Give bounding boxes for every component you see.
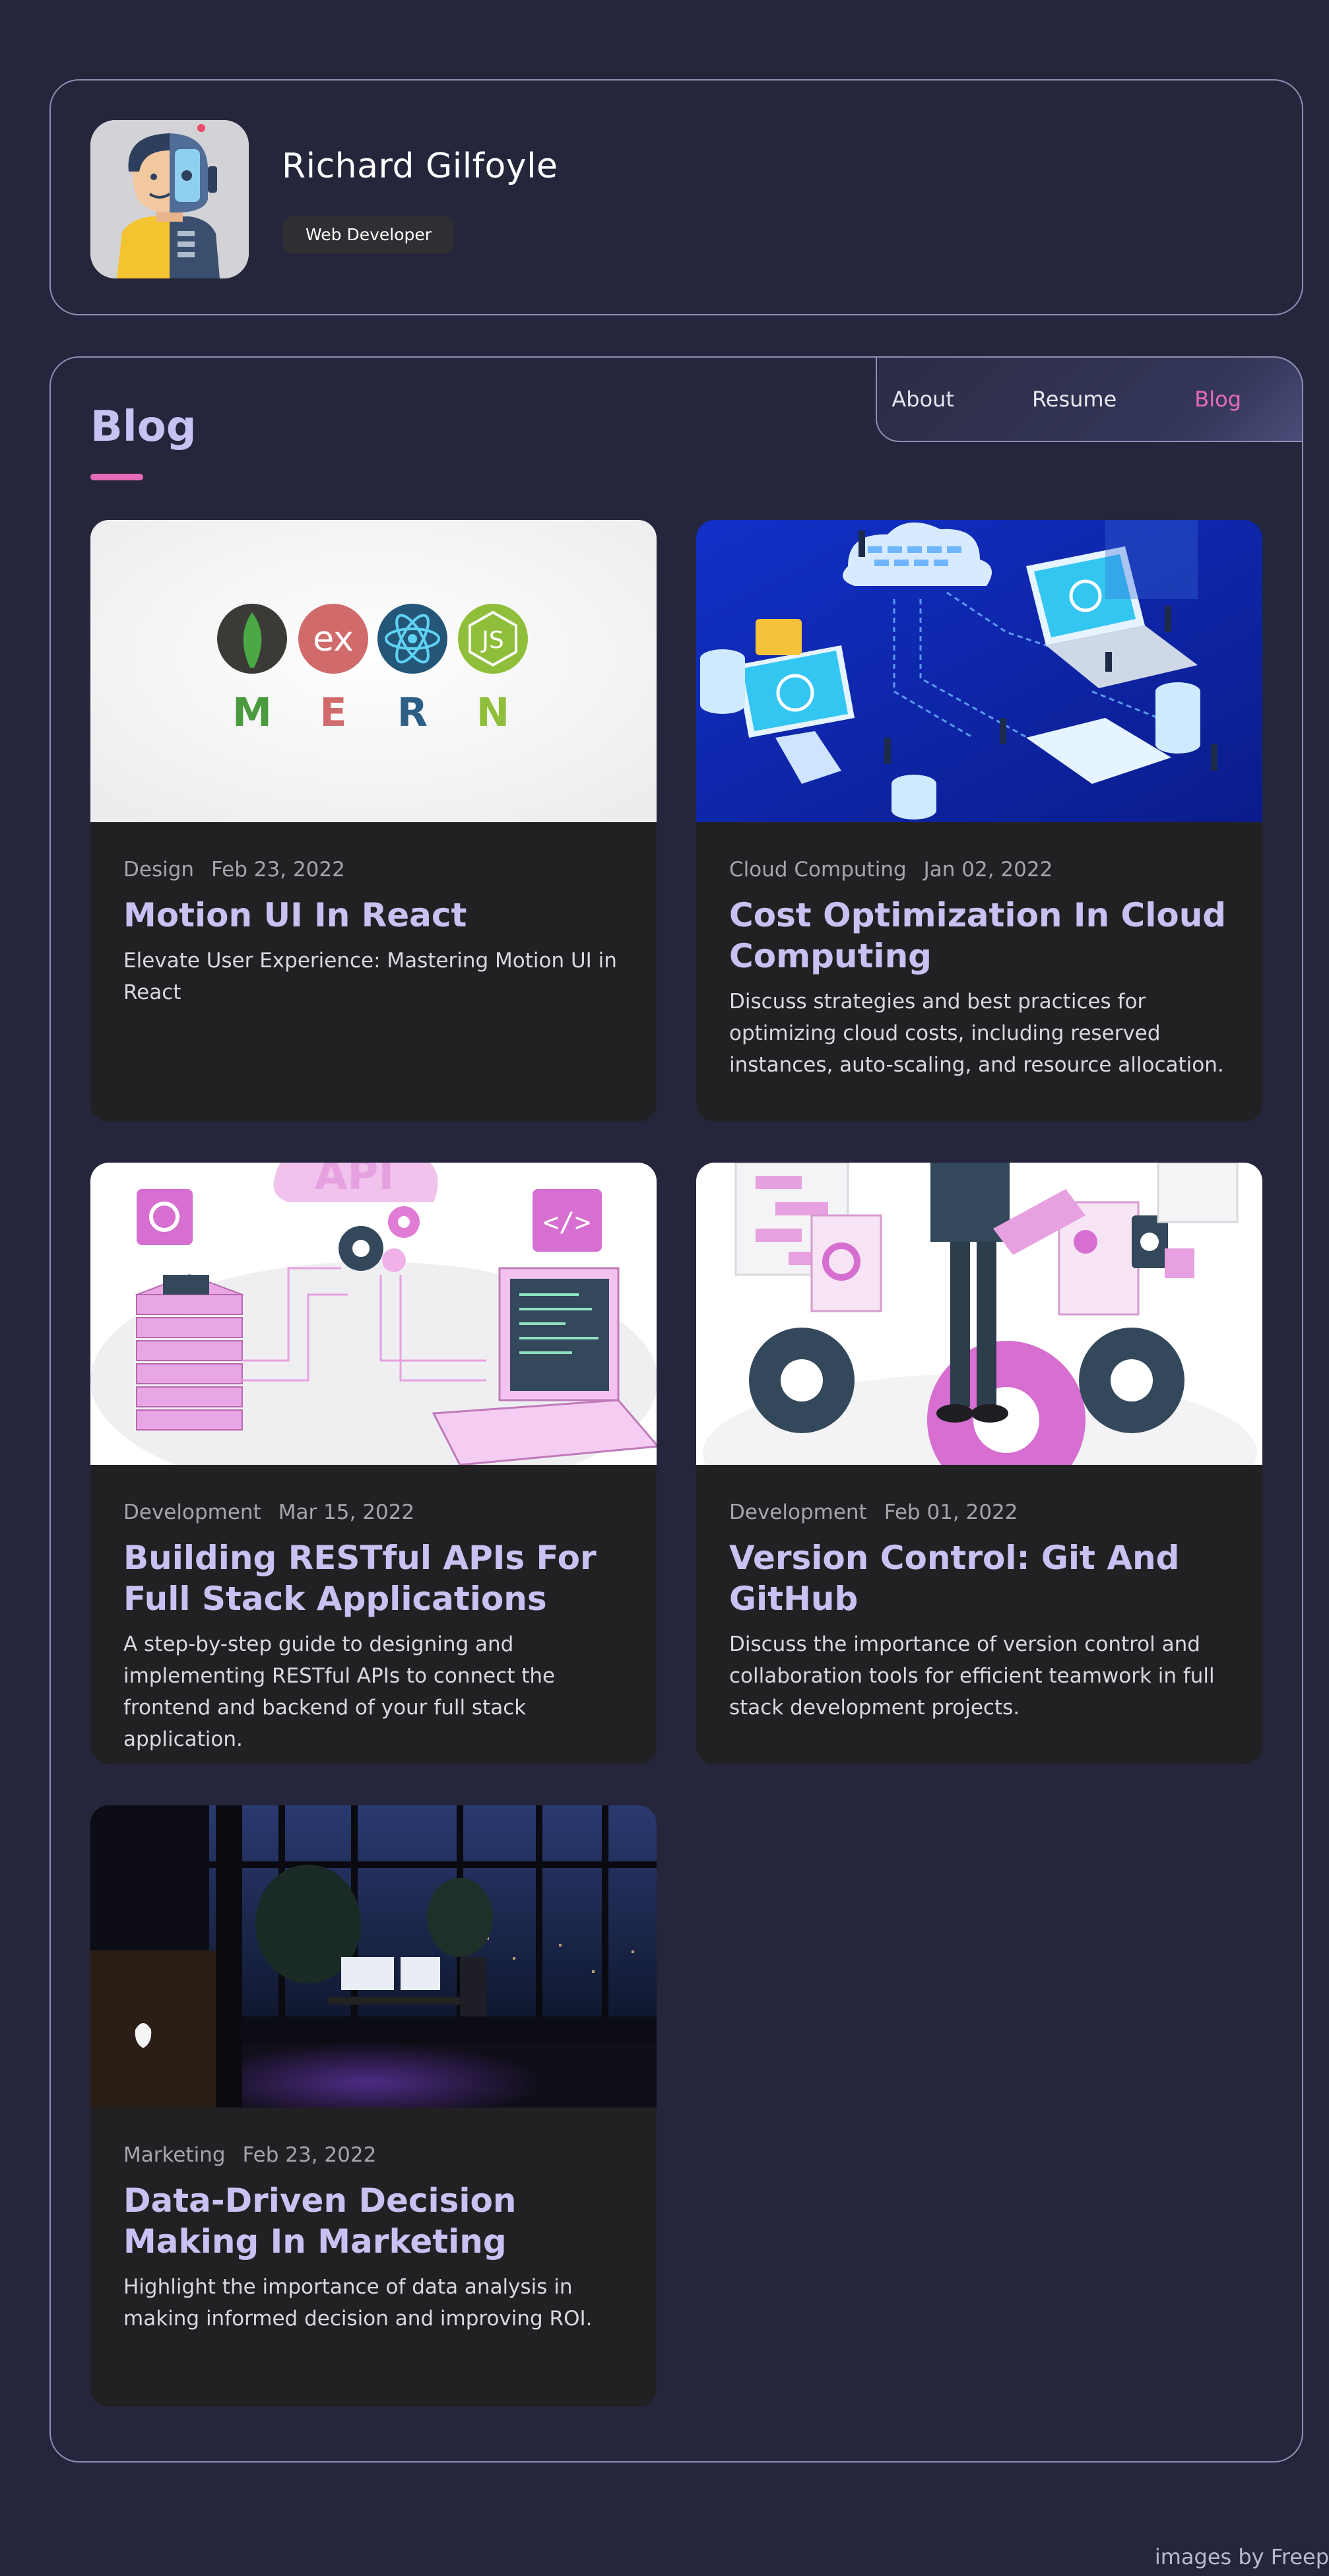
post-meta: Marketing Feb 23, 2022 [123, 2143, 376, 2167]
blog-card-motion-ui[interactable]: ex JS M E R N Design Feb 23, 2022 Motion… [90, 520, 657, 1122]
nav-item-about[interactable]: About [891, 387, 954, 412]
post-meta: Cloud Computing Jan 02, 2022 [729, 858, 1053, 882]
post-title[interactable]: Building RESTful APIs For Full Stack App… [123, 1537, 632, 1619]
blog-card-version-control[interactable]: Development Feb 01, 2022 Version Control:… [696, 1163, 1262, 1764]
post-date: Feb 23, 2022 [211, 858, 345, 882]
post-date: Jan 02, 2022 [923, 858, 1053, 882]
post-title[interactable]: Motion UI In React [123, 895, 632, 936]
post-description: Elevate User Experience: Mastering Motio… [123, 949, 617, 1004]
post-category: Development [123, 1500, 261, 1524]
post-title[interactable]: Version Control: Git And GitHub [729, 1537, 1237, 1619]
profile-card: Richard Gilfoyle Web Developer [49, 79, 1303, 315]
profile-name: Richard Gilfoyle [282, 146, 558, 186]
post-date: Feb 01, 2022 [884, 1500, 1018, 1524]
post-category: Design [123, 858, 195, 882]
nav-item-blog[interactable]: Blog [1194, 387, 1241, 412]
mern-letter-m: M [232, 690, 272, 736]
blog-card-data-driven-marketing[interactable]: Marketing Feb 23, 2022 Data-Driven Decisi… [90, 1805, 657, 2407]
profile-role-badge: Web Developer [283, 216, 455, 253]
post-meta: Development Feb 01, 2022 [729, 1500, 1018, 1524]
post-category: Development [729, 1500, 867, 1524]
post-category: Marketing [123, 2143, 226, 2167]
title-underline [90, 474, 143, 480]
express-logo-text: ex [313, 620, 354, 659]
post-image-version-control [696, 1163, 1262, 1465]
post-description: Highlight the importance of data analysi… [123, 2275, 593, 2331]
mern-letter-n: N [476, 690, 509, 736]
mern-letter-e: E [320, 690, 347, 736]
post-meta: Design Feb 23, 2022 [123, 858, 345, 882]
blog-panel: About Resume Blog Blog ex JS M E R N Des… [49, 356, 1303, 2463]
portfolio-page: Richard Gilfoyle Web Developer About Res… [0, 0, 1329, 2576]
post-title[interactable]: Cost Optimization In Cloud Computing [729, 895, 1237, 977]
navbar: About Resume Blog [876, 356, 1303, 442]
image-credit: images by Freep [1154, 2544, 1329, 2569]
post-date: Mar 15, 2022 [278, 1500, 415, 1524]
blog-card-cloud-cost[interactable]: Cloud Computing Jan 02, 2022 Cost Optimiz… [696, 520, 1262, 1122]
post-image-cloud [696, 520, 1262, 822]
mern-letter-r: R [397, 690, 428, 736]
avatar [90, 120, 249, 278]
post-category: Cloud Computing [729, 858, 907, 882]
post-image-night-office [90, 1805, 657, 2108]
section-title: Blog [90, 402, 197, 451]
post-meta: Development Mar 15, 2022 [123, 1500, 414, 1524]
api-sign-text: API [315, 1163, 394, 1200]
post-image-api: API </> [90, 1163, 657, 1465]
post-image-mern: ex JS M E R N [90, 520, 657, 822]
post-description: Discuss strategies and best practices fo… [729, 990, 1224, 1077]
post-date: Feb 23, 2022 [242, 2143, 377, 2167]
blog-card-restful-apis[interactable]: API </> Development Mar 15, 2022 Buildin… [90, 1163, 657, 1764]
post-description: Discuss the importance of version contro… [729, 1632, 1215, 1720]
nav-item-resume[interactable]: Resume [1032, 387, 1117, 412]
post-description: A step-by-step guide to designing and im… [123, 1632, 556, 1751]
node-logo-text: JS [480, 627, 503, 654]
svg-text:</>: </> [543, 1208, 591, 1238]
post-title[interactable]: Data-Driven Decision Making In Marketing [123, 2180, 632, 2262]
avatar-illustration [90, 120, 249, 278]
